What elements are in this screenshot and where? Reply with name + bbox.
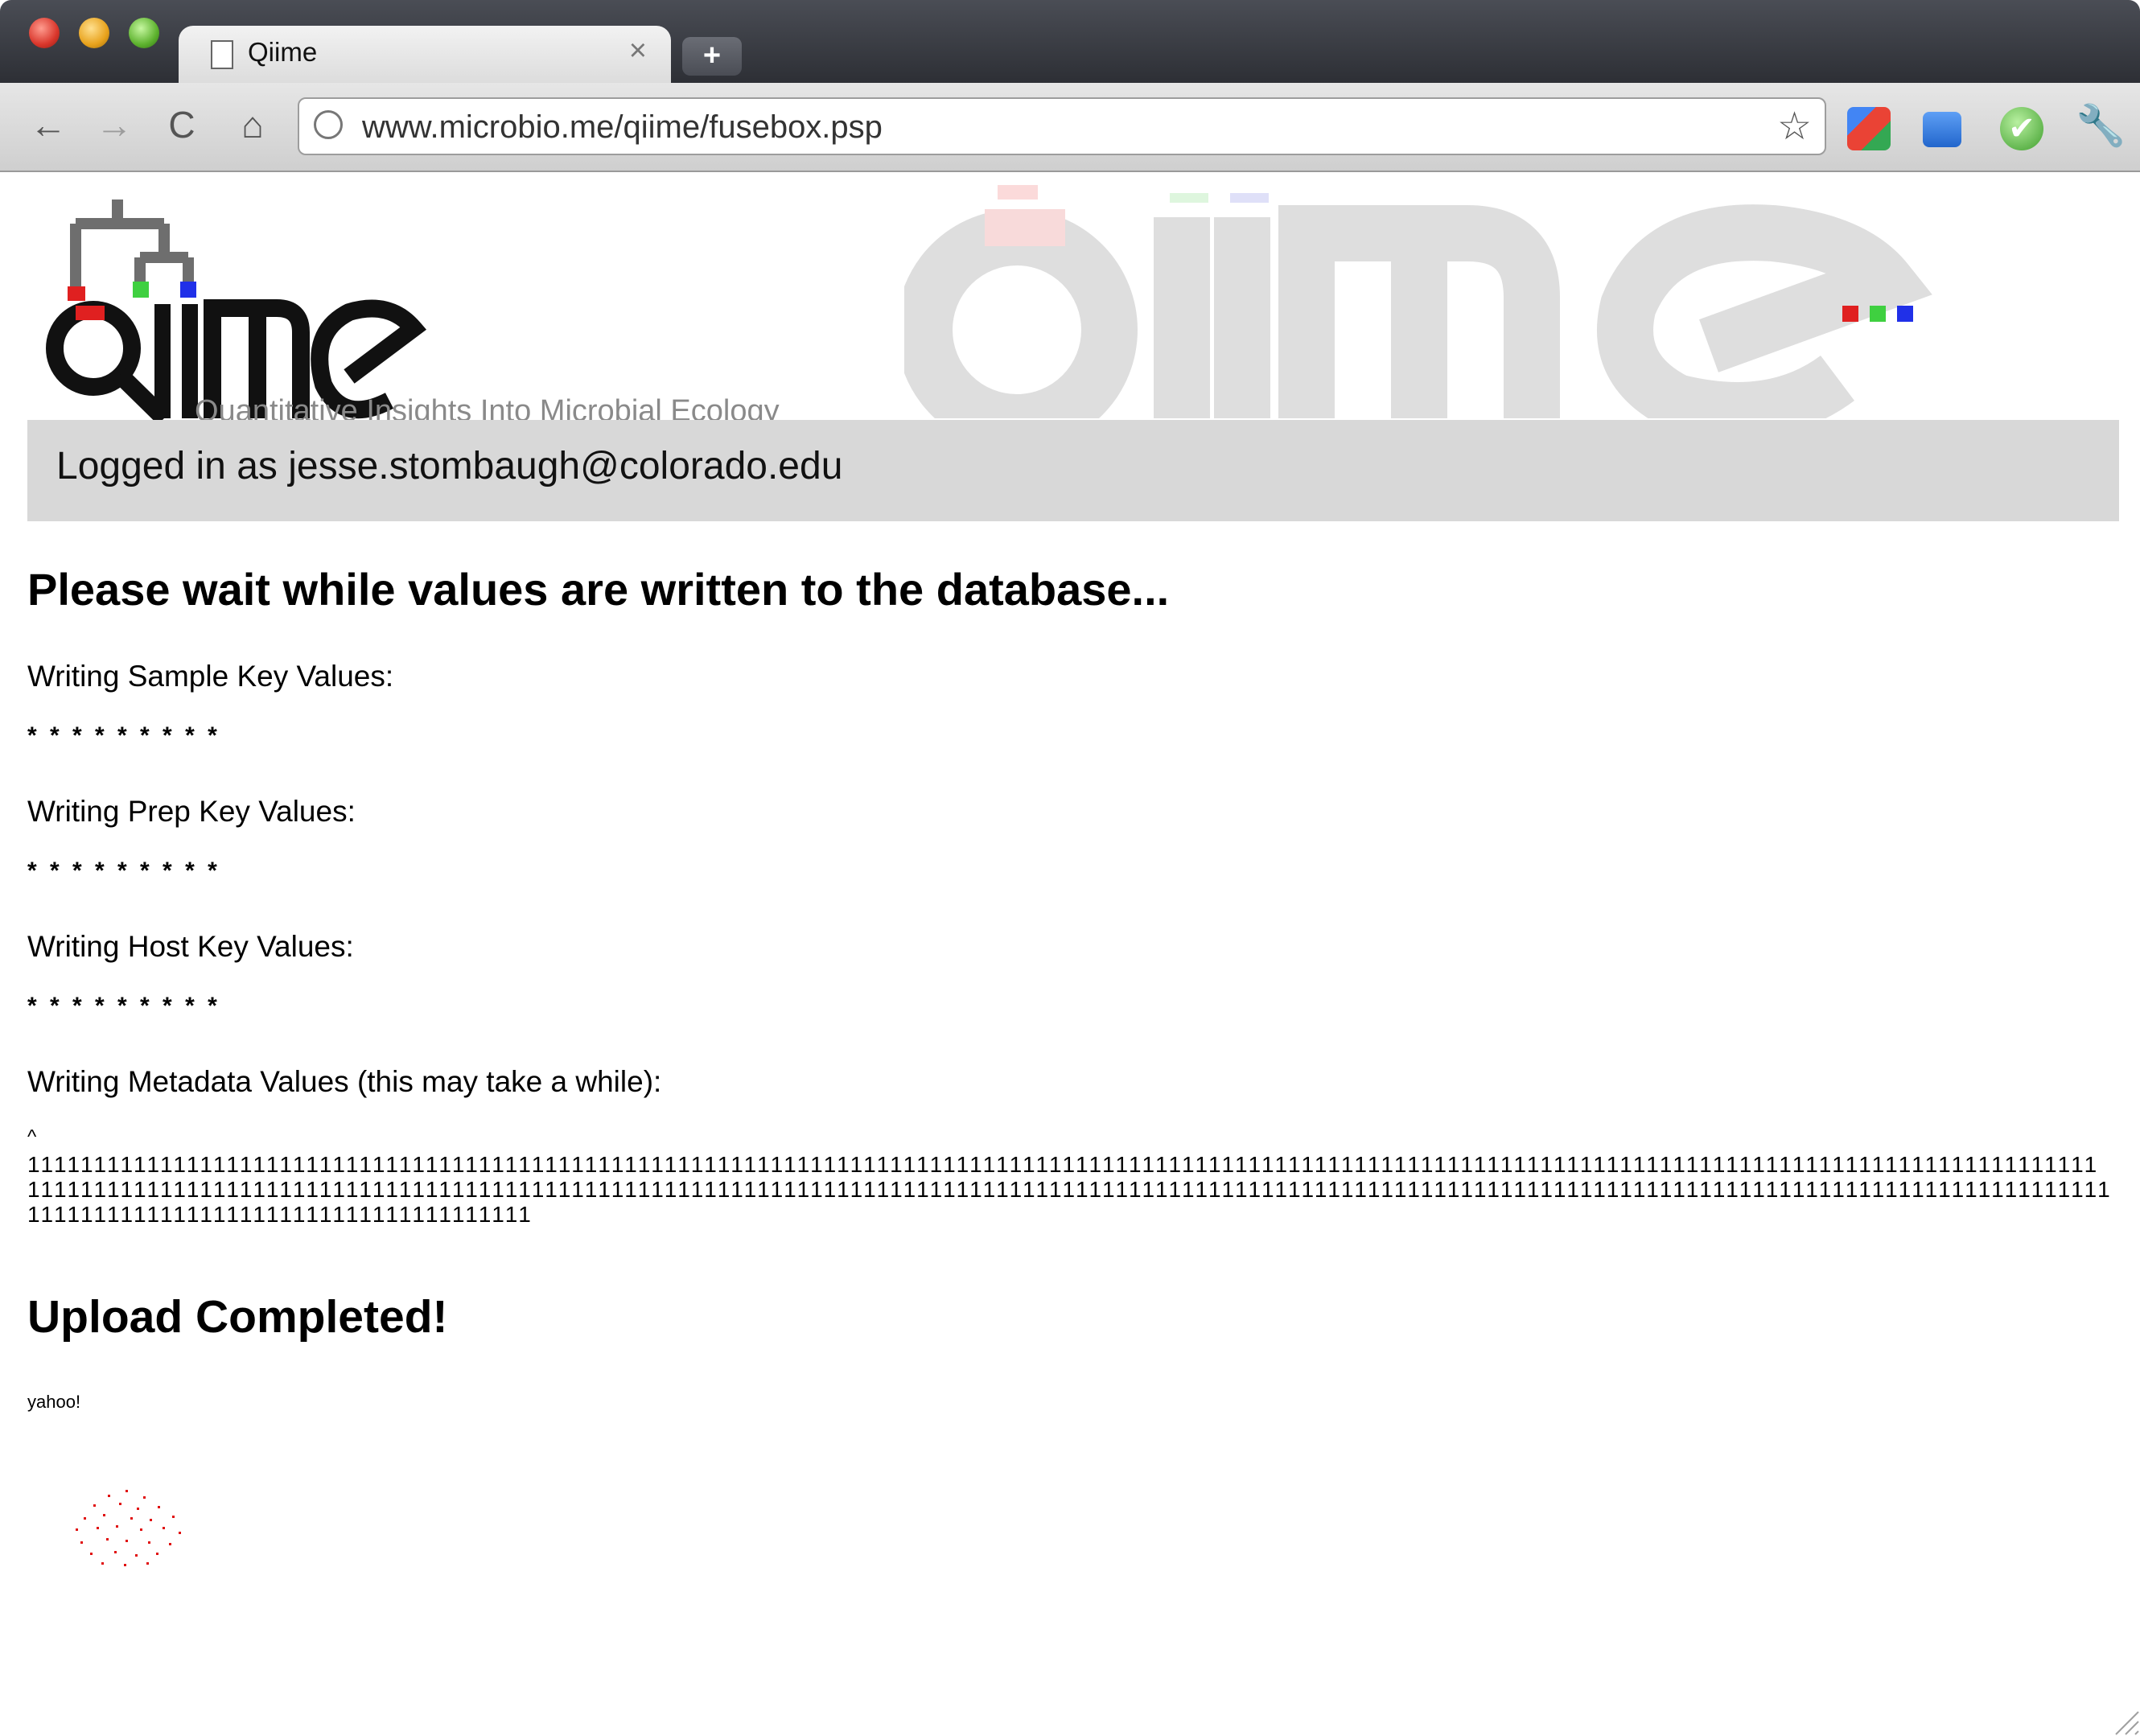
host-key-label: Writing Host Key Values: bbox=[27, 930, 354, 963]
window-extension-icon[interactable] bbox=[1923, 112, 1961, 147]
globe-icon bbox=[314, 110, 343, 139]
please-wait-heading: Please wait while values are written to … bbox=[27, 564, 1170, 615]
home-icon[interactable]: ⌂ bbox=[228, 101, 277, 149]
url-text[interactable]: www.microbio.me/qiime/fusebox.psp bbox=[362, 109, 883, 146]
resize-grip-icon[interactable] bbox=[2105, 1701, 2140, 1736]
bookmark-star-icon[interactable]: ☆ bbox=[1777, 104, 1812, 149]
address-bar[interactable]: www.microbio.me/qiime/fusebox.psp ☆ bbox=[298, 97, 1826, 155]
fireworks-animation bbox=[76, 1490, 181, 1566]
sample-key-progress: * * * * * * * * * bbox=[27, 722, 220, 749]
google-extension-icon[interactable] bbox=[1847, 107, 1891, 150]
logged-in-user: Logged in as jesse.stombaugh@colorado.ed… bbox=[56, 445, 843, 487]
metadata-caret: ^ bbox=[27, 1126, 37, 1148]
back-arrow-icon[interactable]: ← bbox=[24, 101, 72, 149]
reload-icon[interactable]: C bbox=[158, 101, 206, 149]
host-key-progress: * * * * * * * * * bbox=[27, 993, 220, 1019]
browser-toolbar: ← → C ⌂ www.microbio.me/qiime/fusebox.ps… bbox=[0, 83, 2140, 172]
minimize-window-button[interactable] bbox=[79, 18, 109, 48]
forward-arrow-icon[interactable]: → bbox=[90, 101, 138, 149]
qiime-logo: Quantitative Insights Into Microbial Eco… bbox=[43, 191, 816, 428]
browser-chrome: Qiime × + ← → C ⌂ www.microbio.me/qiime/… bbox=[0, 0, 2140, 172]
tab-qiime[interactable]: Qiime × bbox=[179, 26, 671, 84]
metadata-label: Writing Metadata Values (this may take a… bbox=[27, 1065, 662, 1098]
close-window-button[interactable] bbox=[29, 18, 60, 48]
zoom-window-button[interactable] bbox=[129, 18, 159, 48]
tab-title: Qiime bbox=[248, 37, 318, 67]
wrench-icon[interactable]: 🔧 bbox=[2076, 102, 2126, 150]
prep-key-progress: * * * * * * * * * bbox=[27, 858, 220, 884]
checkmark-extension-icon[interactable]: ✔ bbox=[2000, 107, 2043, 150]
login-status-bar: Logged in as jesse.stombaugh@colorado.ed… bbox=[27, 420, 2119, 521]
tab-close-icon[interactable]: × bbox=[629, 34, 647, 68]
upload-completed-heading: Upload Completed! bbox=[27, 1291, 448, 1343]
sample-key-label: Writing Sample Key Values: bbox=[27, 660, 394, 693]
watermark-graphic bbox=[896, 185, 1932, 450]
prep-key-label: Writing Prep Key Values: bbox=[27, 795, 356, 828]
new-tab-button[interactable]: + bbox=[682, 37, 742, 76]
page-icon bbox=[211, 40, 233, 69]
qiime-banner: Quantitative Insights Into Microbial Eco… bbox=[27, 185, 2119, 450]
qiime-watermark bbox=[896, 185, 1998, 450]
title-bar: Qiime × + bbox=[0, 0, 2140, 84]
qiime-logo-graphic bbox=[46, 200, 426, 425]
completion-message: yahoo! bbox=[27, 1392, 81, 1412]
metadata-progress: 1111111111111111111111111111111111111111… bbox=[27, 1152, 2113, 1227]
